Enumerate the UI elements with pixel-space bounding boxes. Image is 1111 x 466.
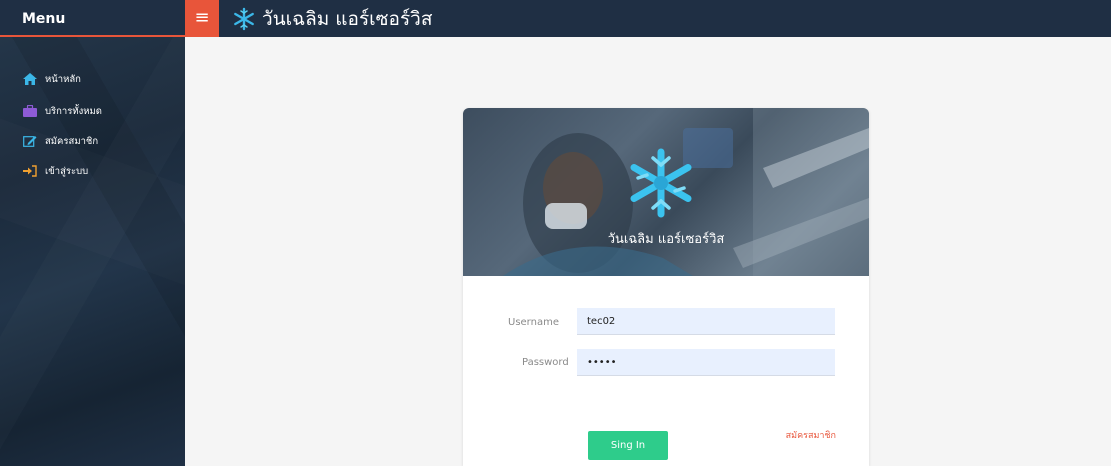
sidebar-item-label: เข้าสู่ระบบ bbox=[45, 165, 89, 177]
sidebar-header: Menu bbox=[0, 0, 185, 37]
password-label: Password bbox=[522, 357, 569, 368]
sidebar-item-services[interactable]: บริการทั้งหมด bbox=[0, 100, 185, 122]
menu-title: Menu bbox=[22, 11, 66, 27]
signup-link[interactable]: สมัครสมาชิก bbox=[786, 428, 836, 442]
login-card: วันเฉลิม แอร์เซอร์วิส Username Password … bbox=[463, 108, 869, 466]
hero-title: วันเฉลิม แอร์เซอร์วิส bbox=[607, 232, 725, 247]
menu-toggle-button[interactable]: ≡ bbox=[185, 0, 219, 37]
sidebar: หน้าหลัก บริการทั้งหมด สมัครสมาชิก เข้าส… bbox=[0, 37, 185, 466]
sidebar-item-label: สมัครสมาชิก bbox=[45, 135, 99, 147]
hamburger-icon: ≡ bbox=[194, 7, 210, 28]
sign-in-button[interactable]: Sing In bbox=[588, 431, 668, 460]
sidebar-item-login[interactable]: เข้าสู่ระบบ bbox=[0, 160, 185, 182]
edit-icon bbox=[23, 136, 37, 147]
sidebar-item-register[interactable]: สมัครสมาชิก bbox=[0, 130, 185, 152]
brand-name: วันเฉลิม แอร์เซอร์วิส bbox=[262, 7, 433, 30]
home-icon bbox=[23, 73, 37, 85]
username-input[interactable] bbox=[577, 308, 835, 335]
brand[interactable]: วันเฉลิม แอร์เซอร์วิส bbox=[232, 4, 432, 33]
password-input[interactable] bbox=[577, 349, 835, 376]
sign-in-icon bbox=[23, 165, 37, 177]
sidebar-item-label: บริการทั้งหมด bbox=[45, 105, 102, 117]
briefcase-icon bbox=[23, 105, 37, 117]
hero-banner: วันเฉลิม แอร์เซอร์วิส bbox=[463, 108, 869, 276]
snowflake-icon bbox=[234, 7, 254, 30]
username-label: Username bbox=[508, 317, 559, 328]
snowflake-icon bbox=[630, 148, 692, 218]
sidebar-item-label: หน้าหลัก bbox=[45, 73, 81, 85]
sidebar-item-home[interactable]: หน้าหลัก bbox=[0, 68, 185, 90]
